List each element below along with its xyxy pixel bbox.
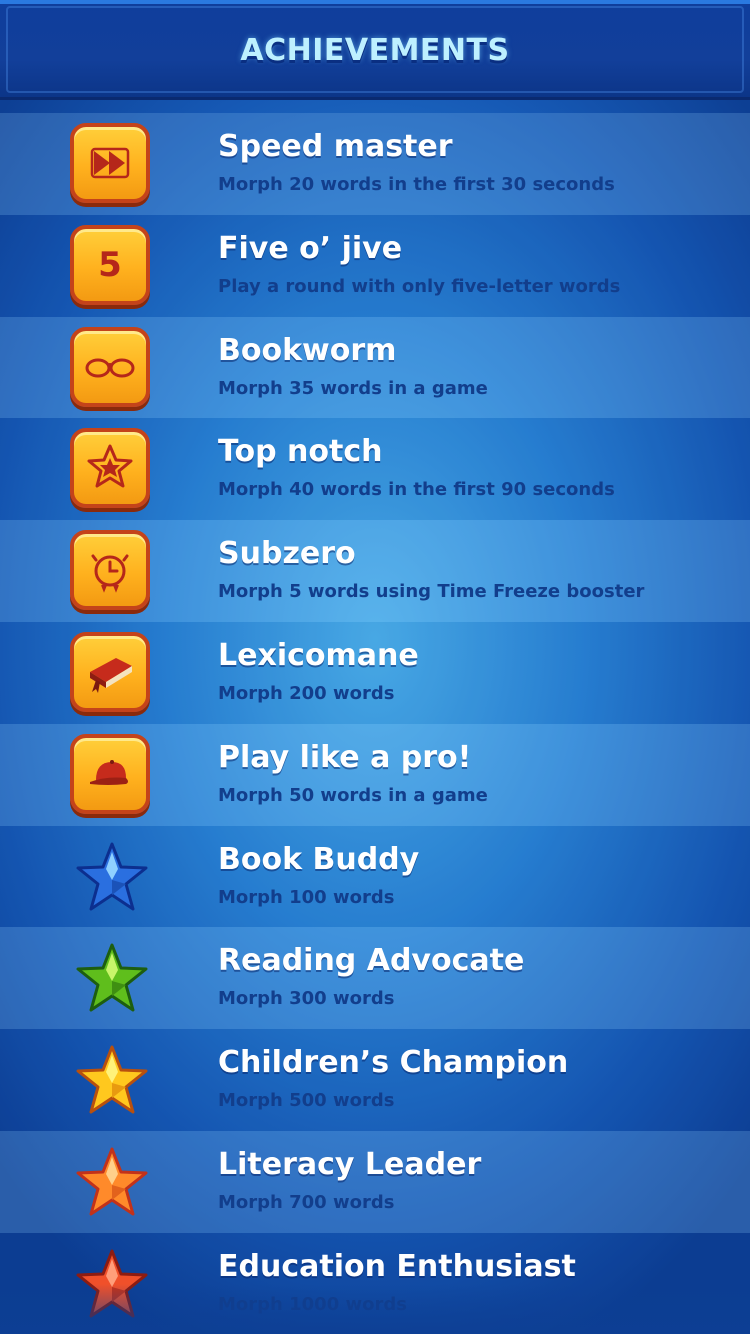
achievement-description: Morph 40 words in the first 90 seconds [218, 479, 615, 501]
achievement-name: Play like a pro! [218, 739, 472, 775]
achievement-row[interactable]: Reading Advocate Morph 300 words [0, 927, 750, 1030]
frozen-clock-icon [70, 530, 152, 612]
achievement-description: Morph 500 words [218, 1090, 395, 1112]
achievement-name: Top notch [218, 434, 383, 470]
achievement-row[interactable]: Play like a pro! Morph 50 words in a gam… [0, 723, 750, 826]
yellow-star-icon [74, 1043, 150, 1119]
achievement-name: Bookworm [218, 332, 397, 368]
achievement-description: Play a round with only five-letter words [218, 275, 621, 297]
achievement-row[interactable]: Children’s Champion Morph 500 words [0, 1029, 750, 1131]
achievement-row[interactable]: Subzero Morph 5 words using Time Freeze … [0, 520, 750, 622]
achievement-description: Morph 1000 words [218, 1293, 407, 1315]
achievement-description: Morph 700 words [218, 1191, 395, 1213]
achievement-row[interactable]: Speed master Morph 20 words in the first… [0, 113, 750, 215]
five-icon-text: 5 [98, 244, 122, 285]
green-star-icon [74, 941, 150, 1017]
cap-icon [70, 733, 152, 816]
achievement-name: Literacy Leader [218, 1146, 482, 1182]
achievement-row[interactable]: Bookworm Morph 35 words in a game [0, 316, 750, 419]
achievement-name: Speed master [218, 129, 453, 164]
achievement-description: Morph 300 words [218, 988, 395, 1010]
fast-forward-icon [70, 123, 152, 205]
page-title: ACHIEVEMENTS [240, 33, 510, 68]
achievement-row[interactable]: 5 Five o’ jive Play a round with only fi… [0, 214, 750, 317]
achievement-name: Education Enthusiast [218, 1248, 576, 1284]
five-icon: 5 [70, 224, 152, 307]
achievement-name: Lexicomane [218, 637, 419, 673]
achievement-description: Morph 35 words in a game [218, 377, 488, 399]
achievements-list[interactable]: Speed master Morph 20 words in the first… [0, 113, 750, 1334]
achievement-description: Morph 20 words in the first 30 seconds [218, 174, 615, 195]
achievement-row[interactable]: Literacy Leader Morph 700 words [0, 1130, 750, 1233]
achievement-name: Subzero [218, 536, 356, 572]
achievement-row[interactable]: Lexicomane Morph 200 words [0, 621, 750, 724]
achievement-name: Five o’ jive [218, 230, 403, 266]
achievement-row[interactable]: Book Buddy Morph 100 words [0, 825, 750, 928]
achievement-description: Morph 5 words using Time Freeze booster [218, 581, 645, 603]
achievement-name: Book Buddy [218, 841, 420, 877]
red-star-icon [74, 1247, 150, 1323]
achievement-name: Children’s Champion [218, 1045, 569, 1081]
achievement-description: Morph 200 words [218, 682, 395, 704]
achievement-row[interactable]: Top notch Morph 40 words in the first 90… [0, 418, 750, 521]
glasses-icon [70, 326, 152, 409]
blue-star-icon [74, 840, 150, 916]
achievement-description: Morph 100 words [218, 886, 395, 908]
achievement-description: Morph 50 words in a game [218, 784, 488, 806]
header-bar: ACHIEVEMENTS [0, 0, 750, 100]
star-badge-icon [70, 428, 152, 510]
book-icon [70, 631, 152, 714]
orange-star-icon [74, 1145, 150, 1221]
achievement-row[interactable]: Education Enthusiast Morph 1000 words [0, 1232, 750, 1334]
achievement-name: Reading Advocate [218, 943, 525, 979]
